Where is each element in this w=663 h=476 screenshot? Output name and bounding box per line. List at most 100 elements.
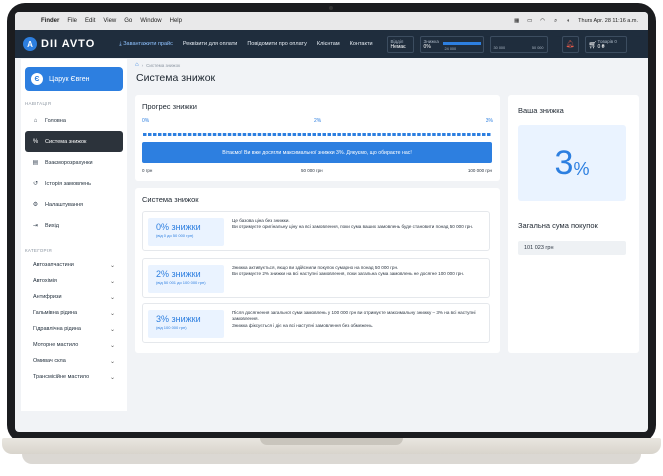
progress-tick: [327, 133, 331, 136]
wifi-icon[interactable]: ◠: [539, 18, 546, 24]
sidebar-item-discounts[interactable]: % Система знижок: [25, 131, 123, 152]
total-value-box: 101 023 грн: [518, 241, 626, 255]
progress-mark-2: 2%: [314, 118, 322, 124]
category-item[interactable]: Трансмісійне мастило ⌄: [25, 369, 123, 385]
progress-tick: [172, 133, 177, 136]
progress-mark-0: 0%: [142, 118, 150, 124]
menu-clock: Thurs Apr. 28 11:16 a.m.: [578, 18, 638, 24]
discount-tier-badge: 0% знижки (від 0 до 50 000 грн): [148, 218, 224, 246]
discount-tier-text: Після досягнення загальної суми замовлен…: [232, 310, 476, 328]
progress-title: Прогрес знижки: [142, 102, 197, 111]
breadcrumb-current: Система знижок: [146, 62, 181, 68]
menu-app[interactable]: Finder: [41, 18, 59, 24]
progress-tick: [272, 133, 277, 136]
chevron-down-icon: ⌄: [109, 310, 115, 317]
home-icon: ⌂: [33, 117, 38, 124]
menu-edit[interactable]: Edit: [85, 18, 95, 24]
screen: Finder File Edit View Go Window Help ▦ ▭…: [15, 12, 648, 432]
category-item[interactable]: Гідравлічна рідина ⌄: [25, 321, 123, 337]
sidebar-item-settlements[interactable]: ▤ Взаєморозрахунки: [25, 152, 123, 173]
discount-tier-0: 0% знижки (від 0 до 50 000 грн) Це базов…: [142, 211, 490, 251]
control-center-icon[interactable]: ▦: [513, 18, 520, 24]
menu-go[interactable]: Go: [124, 18, 132, 24]
progress-tick: [417, 133, 421, 136]
discount-box[interactable]: Знижка 0% 24 000: [419, 35, 484, 53]
progress-tick: [412, 133, 416, 136]
department-value: Немає: [390, 43, 406, 50]
settings-icon[interactable]: ◐: [565, 18, 572, 24]
cart-box[interactable]: 🛒︎ Товарів 0 0 ₴: [584, 35, 627, 53]
nav-contacts[interactable]: Контакти: [350, 41, 373, 48]
notifications-button[interactable]: 🔔︎: [561, 35, 579, 53]
mac-menu-bar: Finder File Edit View Go Window Help ▦ ▭…: [15, 12, 648, 30]
limit-mid: 30 000: [493, 45, 506, 50]
category-item[interactable]: Антифризи ⌄: [25, 289, 123, 305]
progress-tick: [162, 133, 167, 136]
progress-tick: [282, 133, 287, 136]
progress-tick: [352, 133, 356, 136]
progress-tick: [153, 133, 157, 136]
progress-tick: [197, 133, 202, 136]
page-title: Система знижок: [136, 72, 216, 84]
category-item[interactable]: Омивач скла ⌄: [25, 353, 123, 369]
chevron-down-icon: ⌄: [109, 278, 115, 285]
discount-mini-left: 24 000: [444, 46, 457, 51]
progress-tick: [322, 133, 326, 136]
progress-tick: [347, 133, 351, 136]
nav-report-payment[interactable]: Повідомити про оплату: [247, 41, 307, 48]
progress-tick: [477, 133, 481, 136]
sidebar-item-home[interactable]: ⌂ Головна: [25, 110, 123, 131]
progress-tick: [377, 133, 381, 136]
progress-tick: [397, 133, 401, 136]
progress-tick: [177, 133, 182, 136]
progress-foot-1: 50 000 грн: [301, 168, 323, 173]
progress-tick: [422, 133, 426, 136]
category-item[interactable]: Автохімія ⌄: [25, 273, 123, 289]
menu-file[interactable]: File: [67, 18, 77, 24]
progress-tick: [302, 133, 306, 136]
discount-tier-text: Це базова ціна без знижки. Ви отримуєте …: [232, 218, 474, 230]
nav-clients[interactable]: Клієнтам: [317, 41, 340, 48]
progress-tick: [182, 133, 187, 136]
department-box[interactable]: Відділ Немає: [386, 35, 414, 53]
progress-tick: [297, 133, 302, 136]
home-icon[interactable]: ⌂: [135, 62, 139, 68]
sidebar-item-order-history[interactable]: ↺ Історія замовлень: [25, 173, 123, 194]
progress-tick: [247, 133, 252, 136]
ledger-icon: ▤: [32, 160, 39, 166]
menu-window[interactable]: Window: [140, 18, 161, 24]
discount-tier-2: 2% знижки (від 50 001 до 100 000 грн) Зн…: [142, 258, 490, 298]
progress-tick: [212, 133, 217, 136]
progress-tick: [237, 133, 242, 136]
limit-box[interactable]: 30 000 50 000: [489, 35, 548, 53]
category-item[interactable]: Моторне мастило ⌄: [25, 337, 123, 353]
menu-help[interactable]: Help: [170, 18, 182, 24]
chevron-down-icon: ⌄: [109, 262, 115, 269]
app-header: A DII AVTO ⤓ Завантажити прайс Реквізити…: [15, 30, 648, 58]
nav-download-price[interactable]: ⤓ Завантажити прайс: [119, 41, 173, 48]
progress-tick: [292, 133, 297, 136]
category-item[interactable]: Гальмівна рідина ⌄: [25, 305, 123, 321]
progress-tick: [382, 133, 386, 136]
breadcrumb: ⌂ › Система знижок: [135, 62, 181, 68]
nav-payment-details[interactable]: Реквізити для оплати: [183, 41, 237, 48]
progress-tick: [222, 133, 227, 136]
progress-tick: [277, 133, 282, 136]
search-icon[interactable]: ⌕: [552, 18, 559, 24]
menu-view[interactable]: View: [103, 18, 116, 24]
sidebar-item-settings[interactable]: ⚙ Налаштування: [25, 194, 123, 215]
sidebar-item-logout[interactable]: ⇥ Вихід: [25, 215, 123, 236]
nav-section-label: НАВІГАЦІЯ: [25, 101, 52, 106]
your-discount-unit: %: [573, 158, 590, 179]
chevron-down-icon: ⌄: [109, 326, 115, 333]
logo[interactable]: A DII AVTO: [23, 37, 95, 51]
chevron-down-icon: ⌄: [109, 342, 115, 349]
discount-tier-text: Знижка активується, якщо ви здійснили по…: [232, 265, 465, 277]
progress-tick: [452, 133, 456, 136]
progress-tick: [287, 133, 292, 136]
category-item[interactable]: Автозапчастини ⌄: [25, 257, 123, 273]
battery-icon[interactable]: ▭: [526, 18, 533, 24]
user-name: Царук Євген: [49, 75, 90, 83]
user-button[interactable]: Є Царук Євген: [25, 67, 123, 91]
progress-tick: [407, 133, 411, 136]
